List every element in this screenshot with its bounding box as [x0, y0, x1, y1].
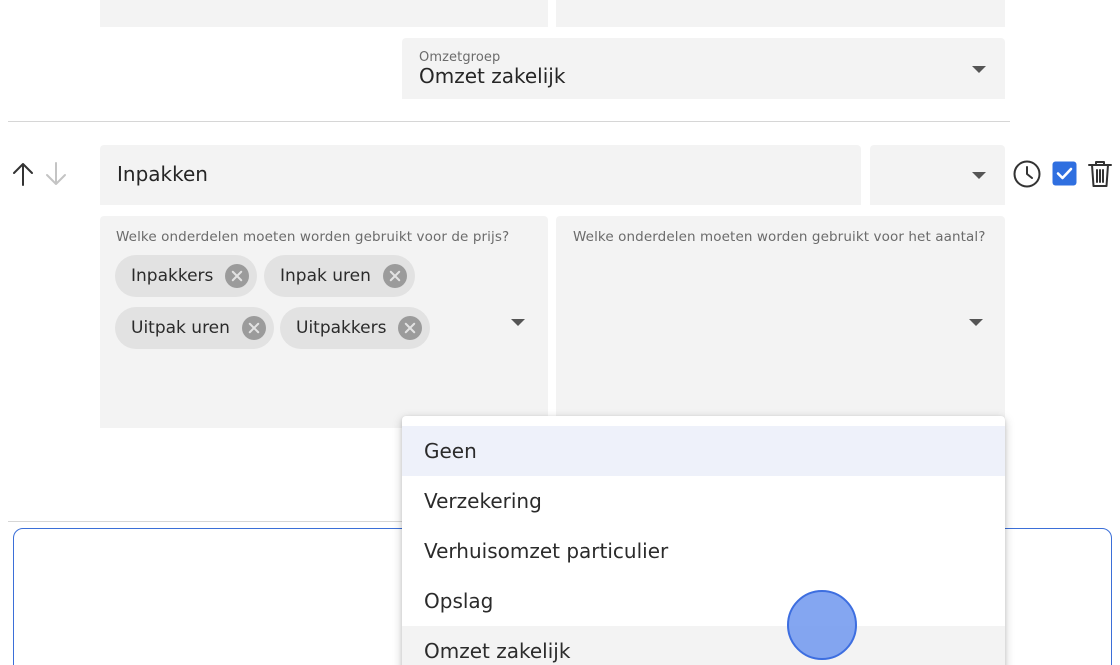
amount-parts-label: Welke onderdelen moeten worden gebruikt …: [573, 229, 986, 245]
row-type-select[interactable]: [870, 145, 1005, 205]
omzetgroep-select[interactable]: Omzetgroep Omzet zakelijk: [402, 38, 1005, 99]
lower-divider: [8, 521, 402, 522]
remove-chip-icon[interactable]: [225, 264, 250, 288]
chip-uitpak-uren[interactable]: Uitpak uren: [115, 307, 274, 349]
chip-inpak-uren[interactable]: Inpak uren: [264, 255, 415, 297]
menu-item-geen[interactable]: Geen: [402, 426, 1005, 476]
menu-item-opslag[interactable]: Opslag: [402, 576, 1005, 626]
menu-item-omzet-zakelijk[interactable]: Omzet zakelijk: [402, 626, 1005, 665]
amount-parts-select[interactable]: Welke onderdelen moeten worden gebruikt …: [556, 216, 1005, 428]
remove-chip-icon[interactable]: [398, 316, 423, 340]
clock-icon[interactable]: [1012, 159, 1042, 189]
remove-chip-icon[interactable]: [241, 316, 266, 340]
previous-field-left[interactable]: [100, 0, 548, 27]
chip-inpakkers[interactable]: Inpakkers: [115, 255, 258, 297]
omzetgroep-value: Omzet zakelijk: [419, 64, 566, 88]
menu-item-verhuisomzet-particulier[interactable]: Verhuisomzet particulier: [402, 526, 1005, 576]
name-field[interactable]: Inpakken: [100, 145, 861, 205]
chip-uitpakkers[interactable]: Uitpakkers: [280, 307, 431, 349]
remove-chip-icon[interactable]: [382, 264, 407, 288]
omzetgroep-dropdown-menu: Geen Verzekering Verhuisomzet particulie…: [402, 416, 1005, 665]
name-field-value: Inpakken: [117, 162, 208, 186]
price-parts-select[interactable]: Welke onderdelen moeten worden gebruikt …: [100, 216, 548, 428]
arrow-up-icon[interactable]: [10, 160, 36, 188]
chevron-down-icon[interactable]: [972, 66, 986, 73]
omzetgroep-label: Omzetgroep: [419, 50, 501, 65]
menu-item-verzekering[interactable]: Verzekering: [402, 476, 1005, 526]
checkbox-icon[interactable]: [1052, 161, 1077, 186]
trash-icon[interactable]: [1087, 159, 1113, 189]
touch-indicator: [787, 590, 857, 660]
arrow-down-icon[interactable]: [43, 160, 69, 188]
previous-field-right[interactable]: [556, 0, 1005, 27]
chevron-down-icon[interactable]: [511, 319, 525, 326]
chevron-down-icon[interactable]: [969, 319, 983, 326]
chevron-down-icon[interactable]: [972, 172, 986, 179]
section-divider: [8, 121, 1010, 122]
price-parts-label: Welke onderdelen moeten worden gebruikt …: [116, 229, 510, 245]
